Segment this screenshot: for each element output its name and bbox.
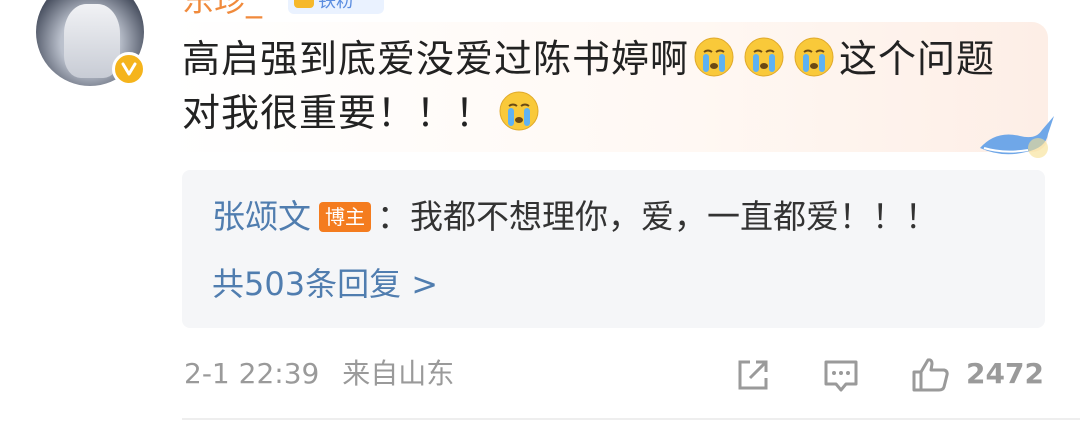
comment-location: 来自山东 <box>342 357 455 390</box>
crying-emoji-icon <box>794 37 834 77</box>
reply-text: 我都不想理你，爱，一直都爱！！！ <box>410 197 938 236</box>
crying-emoji-icon <box>744 37 784 77</box>
comment-text-part1: 高启强到底爱没爱过陈书婷啊 <box>182 37 690 81</box>
comment-meta: 2-1 22:39 来自山东 <box>184 356 454 392</box>
reply-line: 张颂文 博主 ： 我都不想理你，爱，一直都爱！！！ <box>212 195 938 239</box>
whale-decoration-icon <box>980 116 1054 158</box>
like-icon[interactable] <box>910 356 952 394</box>
fan-badge: 铁粉 <box>288 0 384 14</box>
reply-separator: ： <box>377 197 410 236</box>
comment-text: 高启强到底爱没爱过陈书婷啊 这个问题对我很重要！！！ <box>182 32 1012 140</box>
crown-icon <box>294 0 314 8</box>
username[interactable]: 东珍_ <box>182 0 262 16</box>
comment-datetime: 2-1 22:39 <box>184 357 320 390</box>
like-count: 2472 <box>966 357 1044 390</box>
crying-emoji-icon <box>499 91 539 131</box>
comment-icon[interactable] <box>822 356 860 394</box>
comment-item: 东珍_ 铁粉 高启强到底爱没爱过陈书婷啊 这个问题对我很重要！！！ 张颂文 博主… <box>0 0 1080 424</box>
crying-emoji-icon <box>694 37 734 77</box>
verified-badge-icon <box>112 52 146 86</box>
host-badge: 博主 <box>319 202 371 232</box>
fan-badge-label: 铁粉 <box>318 0 354 12</box>
view-replies-link[interactable]: 共503条回复 > <box>212 262 438 306</box>
divider <box>182 418 1080 420</box>
share-icon[interactable] <box>734 356 772 394</box>
reply-author[interactable]: 张颂文 <box>212 195 311 239</box>
